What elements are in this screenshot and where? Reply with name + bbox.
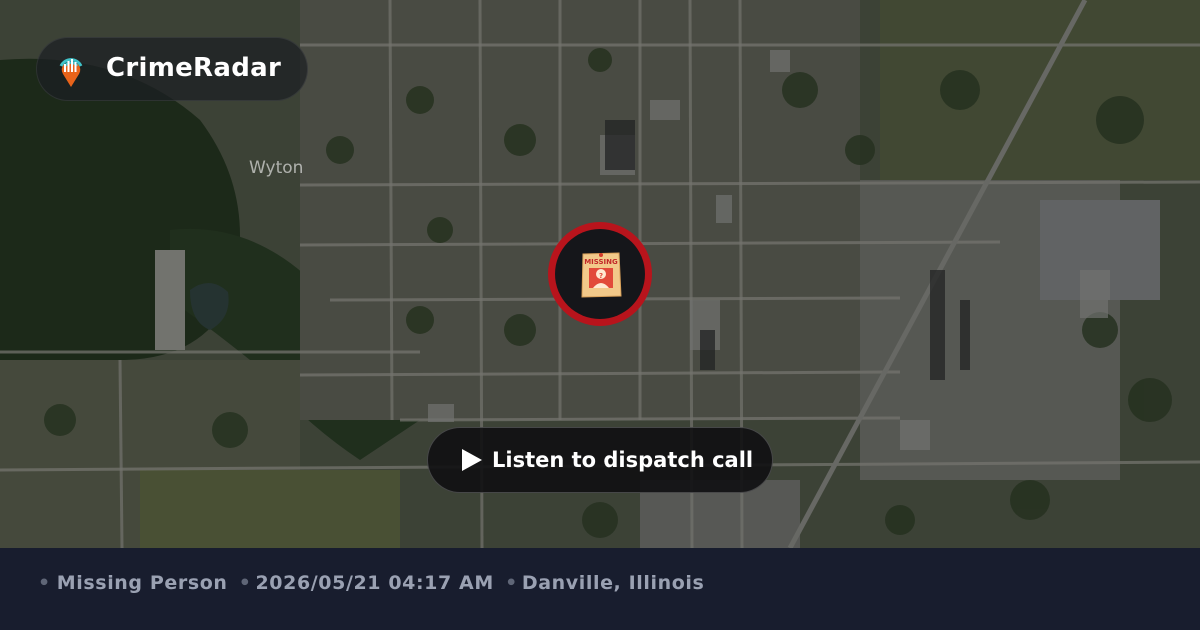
missing-poster-icon: MISSING ?: [581, 252, 622, 298]
listen-dispatch-button[interactable]: Listen to dispatch call: [427, 427, 773, 493]
poster-text: MISSING: [584, 258, 618, 266]
dispatch-label: Listen to dispatch call: [492, 448, 754, 472]
incident-meta: • Missing Person • 2026/05/21 04:17 AM • Da…: [38, 572, 704, 594]
map-place-label: Wyton: [249, 158, 304, 178]
brand-name: CrimeRadar: [106, 53, 282, 83]
incident-marker-inner: MISSING ?: [555, 229, 645, 319]
incident-marker[interactable]: MISSING ?: [548, 222, 652, 326]
play-icon: [462, 449, 482, 471]
svg-text:?: ?: [599, 272, 603, 280]
brand-pill[interactable]: CrimeRadar: [36, 37, 308, 101]
incident-datetime: 2026/05/21 04:17 AM: [255, 572, 494, 594]
radar-pin-icon: [54, 52, 88, 88]
incident-category: Missing Person: [56, 572, 228, 594]
bullet-dot: •: [38, 572, 51, 594]
incident-footer: • Missing Person • 2026/05/21 04:17 AM • Da…: [0, 548, 1200, 630]
bullet-dot: •: [505, 572, 518, 594]
bullet-dot: •: [238, 572, 252, 594]
incident-location: Danville, Illinois: [521, 572, 705, 594]
